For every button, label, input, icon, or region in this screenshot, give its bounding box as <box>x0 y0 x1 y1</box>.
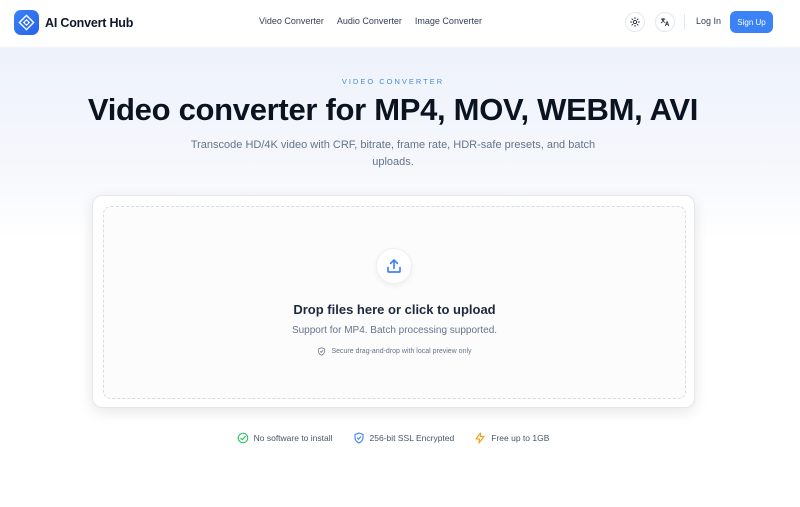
nav-link-audio-converter[interactable]: Audio Converter <box>337 16 402 26</box>
translate-icon <box>660 17 670 27</box>
logo-icon <box>14 10 39 35</box>
shield-check-icon <box>318 347 326 356</box>
feature-item: Free up to 1GB <box>474 432 549 444</box>
secure-note-text: Secure drag-and-drop with local preview … <box>331 348 472 355</box>
theme-toggle-button[interactable] <box>625 12 645 32</box>
language-button[interactable] <box>655 12 675 32</box>
nav-links: Video Converter Audio Converter Image Co… <box>259 16 482 26</box>
eyebrow-label: VIDEO CONVERTER <box>341 77 445 86</box>
top-nav: AI Convert Hub Video Converter Audio Con… <box>0 0 800 46</box>
feature-label: Free up to 1GB <box>491 433 550 443</box>
feature-list: No software to install 256-bit SSL Encry… <box>0 432 786 444</box>
secure-note: Secure drag-and-drop with local preview … <box>104 347 685 356</box>
sun-icon <box>630 17 640 27</box>
upload-card: Drop files here or click to upload Suppo… <box>92 195 695 408</box>
nav-divider <box>684 14 685 30</box>
brand-name: AI Convert Hub <box>45 15 134 30</box>
page-subtitle: Transcode HD/4K video with CRF, bitrate,… <box>190 139 596 168</box>
shield-check-icon <box>353 432 364 444</box>
upload-icon <box>387 259 401 273</box>
check-circle-icon <box>237 432 248 444</box>
lightning-icon <box>475 432 485 444</box>
page-title: Video converter for MP4, MOV, WEBM, AVI <box>87 92 699 127</box>
feature-item: 256-bit SSL Encrypted <box>353 432 455 444</box>
feature-label: 256-bit SSL Encrypted <box>369 433 455 443</box>
login-link[interactable]: Log In <box>696 16 721 26</box>
nav-link-video-converter[interactable]: Video Converter <box>259 16 324 26</box>
feature-label: No software to install <box>253 433 333 443</box>
upload-dropzone[interactable]: Drop files here or click to upload Suppo… <box>103 206 686 399</box>
upload-icon-wrapper <box>376 248 412 284</box>
signup-button[interactable]: Sign Up <box>730 11 773 33</box>
dropzone-subtitle: Support for MP4. Batch processing suppor… <box>291 325 498 336</box>
brand[interactable]: AI Convert Hub <box>14 10 133 35</box>
feature-item: No software to install <box>237 432 333 444</box>
dropzone-title: Drop files here or click to upload <box>293 302 496 317</box>
nav-link-image-converter[interactable]: Image Converter <box>415 16 482 26</box>
